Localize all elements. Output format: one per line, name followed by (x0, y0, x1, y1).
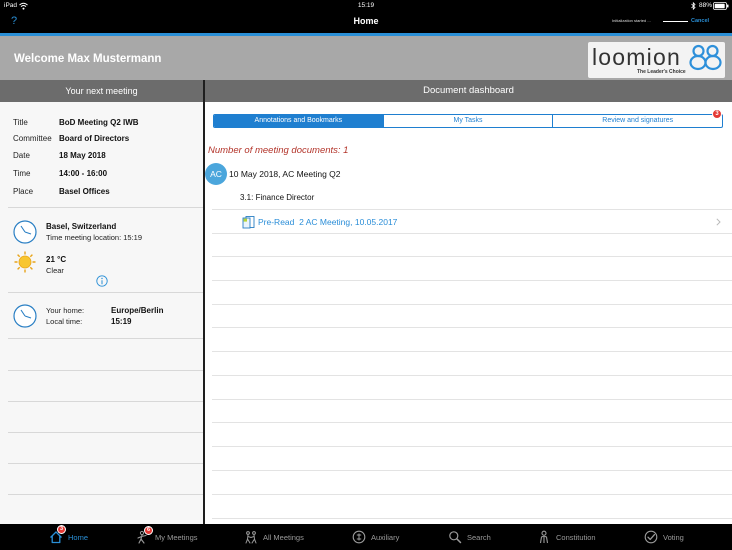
meeting-location-time: Time meeting location: 15:19 (46, 233, 143, 242)
dashboard-segmented-control: Annotations and Bookmarks My Tasks Revie… (213, 114, 723, 128)
tab-voting[interactable]: Voting (644, 530, 684, 544)
info-icon[interactable] (96, 275, 108, 287)
place-label: Place (13, 187, 34, 196)
tab-all-meetings-label: All Meetings (263, 532, 304, 542)
welcome-text: Welcome Max Mustermann (14, 53, 162, 65)
home-timezone-label: Your home: (46, 306, 85, 315)
home-badge: 3 (57, 525, 66, 534)
tab-auxiliary[interactable]: Auxiliary (352, 530, 399, 544)
row-separator (8, 463, 203, 464)
row-separator (8, 401, 203, 402)
logo-wordmark: loomion (592, 44, 681, 70)
row-separator (212, 233, 732, 234)
clock-icon (13, 304, 37, 328)
row-separator (212, 518, 732, 519)
time-label: Time (13, 169, 31, 178)
row-separator (8, 432, 203, 433)
battery-icon (713, 2, 729, 10)
tab-search[interactable]: Search (448, 530, 491, 544)
meeting-location-city: Basel, Switzerland (46, 222, 117, 231)
constitution-icon (539, 530, 549, 544)
meeting-title-value: BoD Meeting Q2 IWB (59, 118, 139, 127)
weather-condition: Clear (46, 266, 64, 275)
cancel-button[interactable]: Cancel (691, 18, 709, 25)
row-separator (212, 446, 732, 447)
row-separator (8, 338, 203, 339)
row-separator (212, 304, 732, 305)
tab-home-label: Home (68, 532, 89, 542)
row-separator (8, 370, 203, 371)
tab-auxiliary-label: Auxiliary (371, 532, 400, 542)
meeting-title-label: Title (13, 118, 28, 127)
row-separator (8, 494, 203, 495)
document-icon (242, 216, 255, 229)
chevron-right-icon[interactable] (716, 218, 721, 226)
row-separator (212, 327, 732, 328)
document-dashboard-title: Document dashboard (423, 85, 514, 96)
row-separator (212, 494, 732, 495)
clock-time: 15:19 (357, 2, 375, 9)
tab-my-meetings-label: My Meetings (155, 532, 198, 542)
tab-constitution-label: Constitution (556, 532, 596, 542)
row-separator (212, 375, 732, 376)
clock-icon (13, 220, 37, 244)
battery-percent: 88% (699, 2, 713, 9)
document-link[interactable]: Pre-Read 2 AC Meeting, 10.05.2017 (258, 216, 397, 228)
tab-search-label: Search (467, 532, 491, 542)
document-count: Number of meeting documents: 1 (208, 145, 349, 156)
next-meeting-title: Your next meeting (65, 86, 138, 96)
date-value: 18 May 2018 (59, 151, 106, 160)
row-separator (212, 399, 732, 400)
all-meetings-icon (245, 531, 257, 544)
row-separator (212, 351, 732, 352)
time-value: 14:00 - 16:00 (59, 169, 108, 178)
weather-temperature: 21 °C (46, 255, 67, 264)
row-separator (212, 256, 732, 257)
row-separator (8, 207, 203, 208)
search-icon (449, 531, 462, 544)
committee-avatar: AC (205, 163, 227, 185)
row-separator (212, 209, 732, 210)
my-meetings-badge: 6 (144, 526, 153, 535)
progress-status: Initialization started ... (612, 18, 651, 23)
place-value: Basel Offices (59, 187, 110, 196)
tab-my-tasks[interactable]: My Tasks (382, 115, 553, 127)
row-separator (212, 470, 732, 471)
tab-home[interactable]: Home (49, 530, 88, 544)
row-separator (212, 280, 732, 281)
committee-value: Board of Directors (59, 134, 130, 143)
committee-label: Committee (13, 134, 52, 143)
tab-annotations-bookmarks[interactable]: Annotations and Bookmarks (214, 115, 383, 127)
progress-bar (663, 21, 688, 22)
logo-tagline: The Leader's Choice (637, 69, 686, 75)
local-time-value: 15:19 (111, 317, 132, 326)
auxiliary-icon (352, 530, 366, 544)
meeting-row-title[interactable]: 10 May 2018, AC Meeting Q2 (229, 168, 341, 180)
row-separator (212, 422, 732, 423)
logo-symbol-icon (689, 44, 722, 71)
bluetooth-icon (691, 2, 696, 10)
date-label: Date (13, 151, 30, 160)
row-separator (8, 292, 203, 293)
tab-review-signatures[interactable]: Review and signatures (552, 115, 722, 127)
sun-icon (14, 251, 36, 273)
tab-voting-label: Voting (663, 532, 684, 542)
tab-all-meetings[interactable]: All Meetings (244, 530, 304, 544)
document-dashboard-panel (205, 102, 732, 524)
voting-icon (644, 530, 658, 544)
tab-constitution[interactable]: Constitution (537, 530, 596, 544)
local-time-label: Local time: (46, 317, 83, 326)
agenda-item[interactable]: 3.1: Finance Director (240, 192, 314, 204)
review-count-badge: 3 (712, 109, 722, 119)
